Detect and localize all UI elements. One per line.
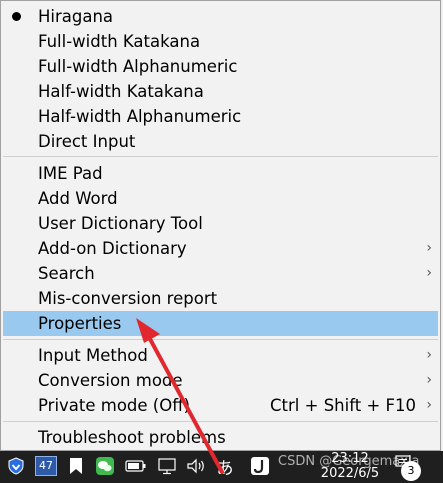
menu-item-direct-input[interactable]: Direct Input [3,129,438,154]
menu-item-label: User Dictionary Tool [38,214,203,233]
ime-context-menu: Hiragana Full-width Katakana Full-width … [0,0,441,451]
menu-item-label: Conversion mode [38,371,183,390]
chevron-right-icon: › [426,240,432,256]
badge-number: 47 [35,456,57,476]
chevron-right-icon: › [426,372,432,388]
menu-item-label: Private mode (Off) [38,396,191,415]
menu-item-label: Search [38,264,95,283]
menu-item-label: Hiragana [38,7,114,26]
menu-item-mis-conversion-report[interactable]: Mis-conversion report [3,286,438,311]
chevron-right-icon: › [426,397,432,413]
menu-item-input-method[interactable]: Input Method › [3,343,438,368]
shield-icon[interactable] [6,455,26,477]
menu-item-label: Half-width Katakana [38,82,204,101]
menu-item-half-width-alphanumeric[interactable]: Half-width Alphanumeric [3,104,438,129]
menu-item-label: Properties [38,314,122,333]
battery-icon[interactable] [125,455,147,477]
menu-item-label: Add Word [38,189,118,208]
chevron-right-icon: › [426,347,432,363]
menu-item-label: Mis-conversion report [38,289,218,308]
menu-item-label: IME Pad [38,164,103,183]
menu-item-hiragana[interactable]: Hiragana [3,4,438,29]
ime-icon[interactable]: あ [215,455,235,479]
calendar-icon[interactable]: 47 [35,455,57,477]
menu-item-private-mode[interactable]: Private mode (Off) Ctrl + Shift + F10 › [3,393,438,418]
selected-bullet-icon [12,12,21,21]
menu-item-shortcut: Ctrl + Shift + F10 [270,396,416,415]
menu-item-label: Half-width Alphanumeric [38,107,242,126]
menu-separator [3,156,438,157]
menu-item-label: Troubleshoot problems [38,428,226,447]
menu-item-full-width-alphanumeric[interactable]: Full-width Alphanumeric [3,54,438,79]
menu-item-user-dictionary-tool[interactable]: User Dictionary Tool [3,211,438,236]
menu-item-label: Direct Input [38,132,136,151]
menu-item-label: Add-on Dictionary [38,239,187,258]
chevron-right-icon: › [426,265,432,281]
wechat-icon[interactable] [95,455,115,477]
menu-separator [3,339,438,340]
menu-item-add-word[interactable]: Add Word [3,186,438,211]
display-icon[interactable] [157,455,179,477]
menu-item-properties[interactable]: Properties [3,311,438,336]
bookmark-icon[interactable] [66,455,86,477]
watermark: CSDN @Georgemaxia [278,454,420,469]
menu-item-label: Full-width Alphanumeric [38,57,238,76]
menu-separator [3,421,438,422]
menu-item-full-width-katakana[interactable]: Full-width Katakana [3,29,438,54]
volume-icon[interactable] [185,455,207,477]
menu-item-ime-pad[interactable]: IME Pad [3,161,438,186]
menu-item-troubleshoot-problems[interactable]: Troubleshoot problems [3,425,438,450]
menu-item-conversion-mode[interactable]: Conversion mode › [3,368,438,393]
menu-item-label: Full-width Katakana [38,32,201,51]
menu-item-add-on-dictionary[interactable]: Add-on Dictionary › [3,236,438,261]
app-icon[interactable] [250,455,270,477]
menu-item-label: Input Method [38,346,148,365]
menu-item-half-width-katakana[interactable]: Half-width Katakana [3,79,438,104]
menu-item-search[interactable]: Search › [3,261,438,286]
